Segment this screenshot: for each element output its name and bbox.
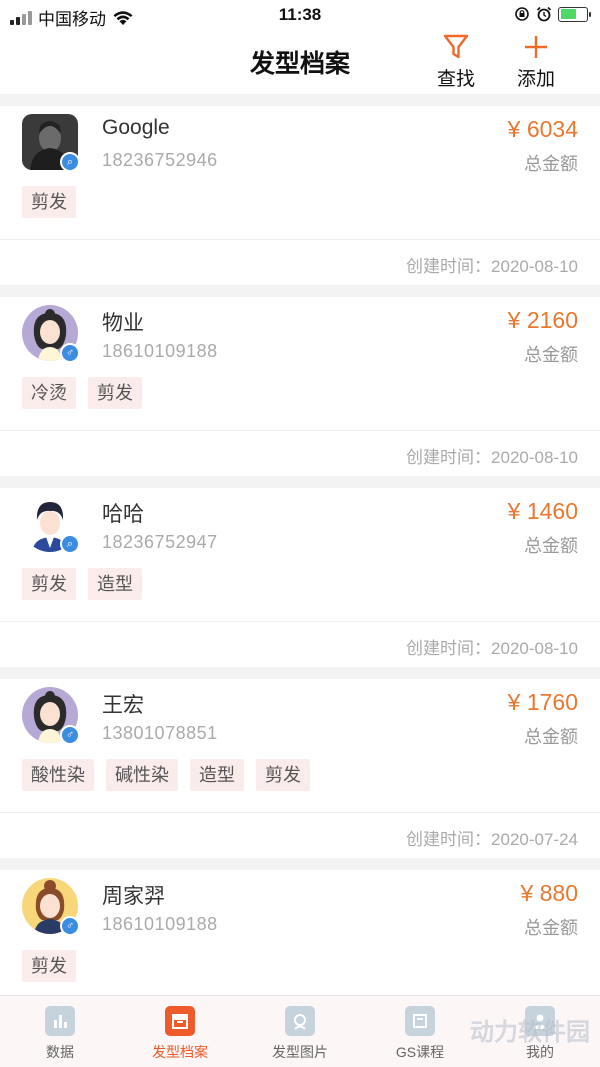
add-button-label: 添加 (516, 69, 555, 90)
search-button[interactable]: 查找 (426, 32, 486, 91)
female-bun-avatar: ♂ (22, 878, 80, 936)
total-amount: ¥ 1460 (507, 498, 578, 524)
customer-name: 周家羿 (102, 885, 165, 908)
customer-phone: 13801078851 (102, 723, 218, 743)
status-bar: 中国移动 11:38 (0, 0, 600, 30)
service-tag: 冷烫 (22, 377, 76, 409)
customer-name: Google (102, 116, 170, 139)
total-amount: ¥ 6034 (507, 116, 578, 142)
created-date: 创建时间：2020-08-10 (406, 257, 578, 276)
image-icon (285, 1006, 315, 1036)
service-tag: 造型 (88, 568, 142, 600)
service-tag: 造型 (190, 759, 244, 791)
service-tag: 剪发 (22, 568, 76, 600)
tab-profile[interactable]: 我的 (480, 996, 600, 1067)
tab-label: 发型图片 (272, 1044, 328, 1060)
customer-name: 物业 (102, 312, 144, 335)
service-tag: 剪发 (256, 759, 310, 791)
battery-icon (558, 6, 591, 22)
total-amount: ¥ 2160 (507, 307, 578, 333)
tab-label: 发型档案 (152, 1044, 208, 1060)
male-avatar: ⌕ (22, 496, 80, 554)
female-avatar: ♂ (22, 305, 80, 363)
plus-icon (525, 36, 547, 58)
customer-phone: 18610109188 (102, 341, 218, 361)
clock: 11:38 (278, 5, 322, 24)
customer-card[interactable]: ♂ 周家羿 18610109188 ¥ 880 总金额 剪发 (0, 870, 600, 995)
add-button[interactable]: 添加 (506, 32, 566, 91)
course-icon (405, 1006, 435, 1036)
search-button-label: 查找 (436, 69, 475, 90)
customer-card[interactable]: ♂ 王宏 13801078851 ¥ 1760 总金额 酸性染 碱性染 造型 剪… (0, 679, 600, 858)
created-date: 创建时间：2020-08-10 (406, 639, 578, 658)
service-tag: 剪发 (22, 186, 76, 218)
filter-icon (443, 34, 469, 59)
service-tag: 剪发 (22, 950, 76, 982)
total-amount: ¥ 1760 (507, 689, 578, 715)
tab-images[interactable]: 发型图片 (240, 996, 360, 1067)
archive-icon (165, 1006, 195, 1036)
total-amount: ¥ 880 (520, 880, 578, 906)
chart-icon (45, 1006, 75, 1036)
customer-phone: 18236752946 (102, 150, 218, 170)
customer-name: 王宏 (102, 694, 144, 717)
tab-archive[interactable]: 发型档案 (120, 996, 240, 1067)
tab-data[interactable]: 数据 (0, 996, 120, 1067)
male-badge-icon: ♂ (60, 343, 80, 363)
photo-avatar: ⌕ (22, 114, 80, 172)
alarm-icon (536, 6, 552, 22)
tab-label: 我的 (526, 1044, 554, 1060)
customer-phone: 18610109188 (102, 914, 218, 934)
service-tag: 碱性染 (106, 759, 178, 791)
customer-list[interactable]: ⌕ Google 18236752946 ¥ 6034 总金额 剪发 创建时间：… (0, 94, 600, 995)
total-amount-label: 总金额 (524, 727, 578, 747)
tab-courses[interactable]: GS课程 (360, 996, 480, 1067)
tab-label: GS课程 (395, 1044, 445, 1060)
tab-label: 数据 (46, 1044, 74, 1060)
search-badge-icon: ⌕ (60, 152, 80, 172)
customer-card[interactable]: ⌕ 哈哈 18236752947 ¥ 1460 总金额 剪发 造型 创建时间：2… (0, 488, 600, 667)
customer-name: 哈哈 (102, 503, 144, 526)
male-badge-icon: ♂ (60, 916, 80, 936)
tab-bar: 数据 发型档案 发型图片 GS课程 我的 (0, 995, 600, 1067)
total-amount-label: 总金额 (524, 154, 578, 174)
customer-card[interactable]: ♂ 物业 18610109188 ¥ 2160 总金额 冷烫 剪发 创建时间：2… (0, 297, 600, 476)
female-avatar: ♂ (22, 687, 80, 745)
created-date: 创建时间：2020-07-24 (406, 830, 578, 849)
search-badge-icon: ⌕ (60, 534, 80, 554)
user-icon (525, 1006, 555, 1036)
male-badge-icon: ♂ (60, 725, 80, 745)
nav-bar: 发型档案 查找 添加 (0, 30, 600, 94)
customer-phone: 18236752947 (102, 532, 218, 552)
service-tag: 剪发 (88, 377, 142, 409)
customer-card[interactable]: ⌕ Google 18236752946 ¥ 6034 总金额 剪发 创建时间：… (0, 106, 600, 285)
total-amount-label: 总金额 (524, 536, 578, 556)
total-amount-label: 总金额 (524, 918, 578, 938)
service-tag: 酸性染 (22, 759, 94, 791)
total-amount-label: 总金额 (524, 345, 578, 365)
created-date: 创建时间：2020-08-10 (406, 448, 578, 467)
orientation-lock-icon (515, 7, 529, 21)
